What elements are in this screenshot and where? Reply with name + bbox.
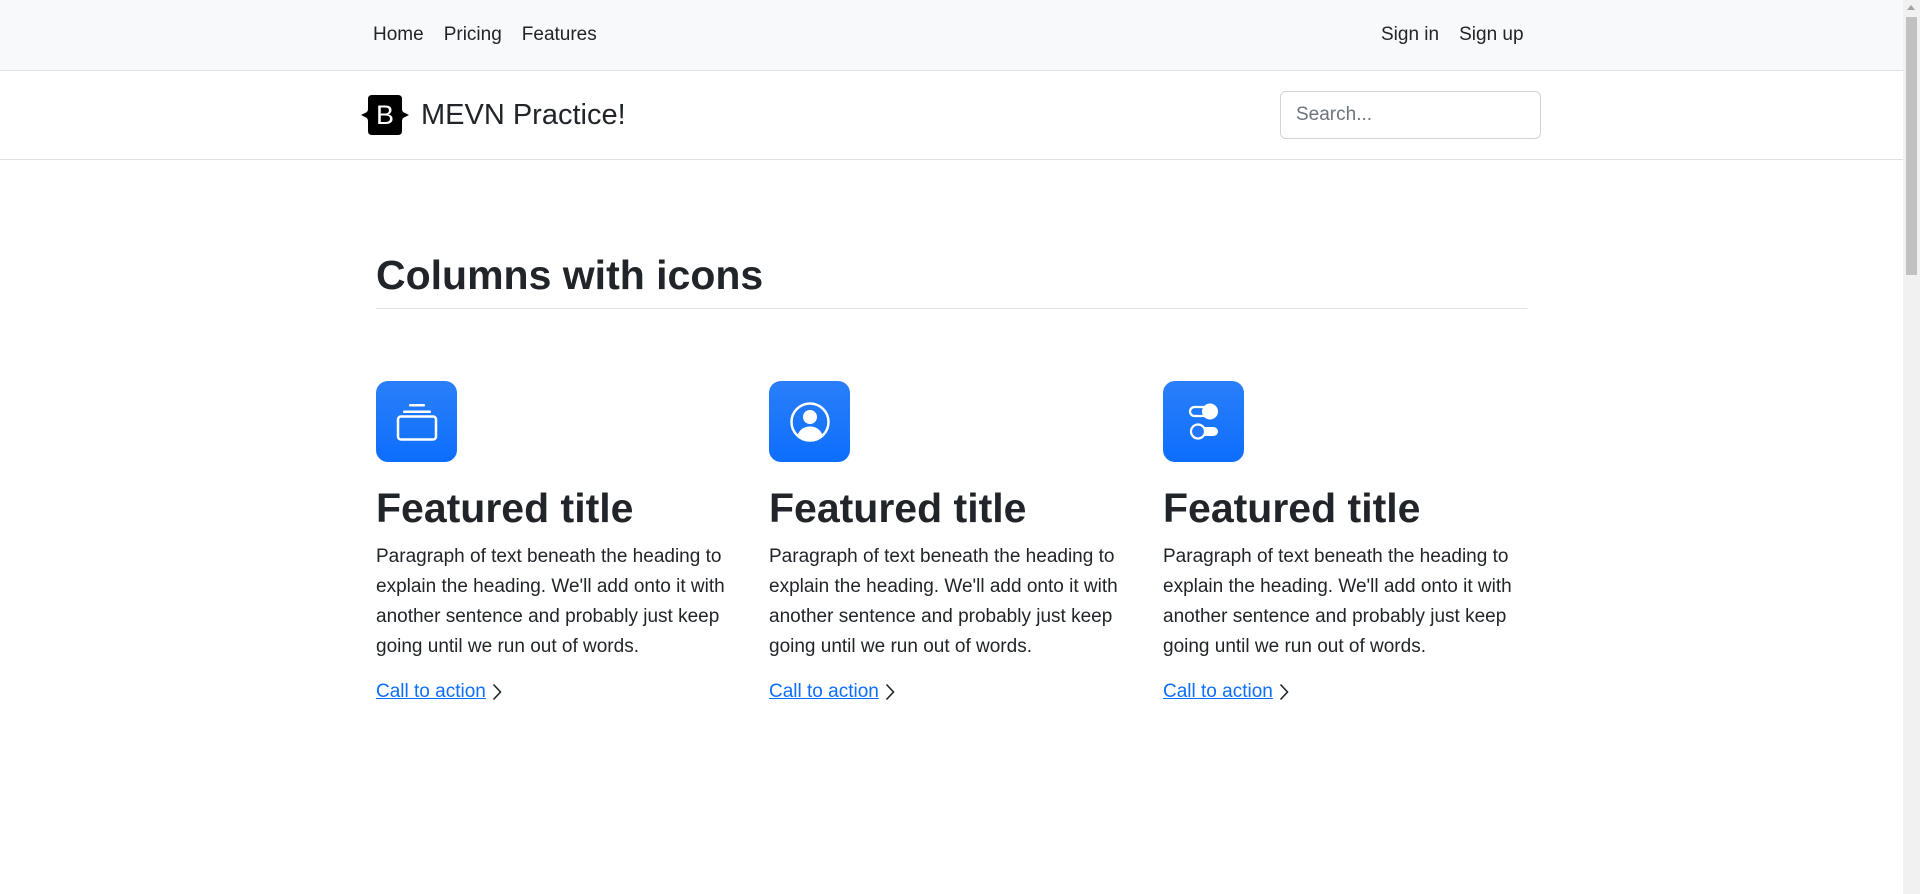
feature-column: Featured title Paragraph of text beneath…: [769, 381, 1139, 704]
chevron-right-icon: [492, 683, 502, 701]
feature-text: Paragraph of text beneath the heading to…: [376, 546, 725, 657]
feature-icon-box: [1163, 381, 1244, 462]
person-circle-icon: [789, 401, 830, 442]
feature-text: Paragraph of text beneath the heading to…: [1163, 546, 1512, 657]
bootstrap-logo-icon: B: [361, 95, 409, 135]
chevron-right-icon: [885, 683, 895, 701]
call-to-action-link[interactable]: Call to action: [769, 680, 895, 704]
search-input[interactable]: [1280, 91, 1541, 139]
feature-column: Featured title Paragraph of text beneath…: [1163, 381, 1533, 704]
brand-name: MEVN Practice!: [421, 99, 626, 131]
chevron-right-icon: [1279, 683, 1289, 701]
svg-text:B: B: [376, 100, 394, 130]
feature-title: Featured title: [376, 485, 634, 531]
vertical-scrollbar[interactable]: [1903, 0, 1920, 894]
section-title: Columns with icons: [376, 252, 764, 298]
feature-text: Paragraph of text beneath the heading to…: [769, 546, 1118, 657]
feature-title: Featured title: [1163, 485, 1421, 531]
feature-icon-box: [769, 381, 850, 462]
call-to-action-link[interactable]: Call to action: [376, 680, 502, 704]
page: Home Pricing Features Sign in Sign up B …: [0, 0, 1903, 894]
nav-link-pricing[interactable]: Pricing: [434, 23, 512, 47]
cta-label: Call to action: [1163, 681, 1273, 702]
cta-label: Call to action: [376, 681, 486, 702]
top-nav-left: Home Pricing Features: [363, 0, 607, 70]
feature-title: Featured title: [769, 485, 1027, 531]
scrollbar-thumb[interactable]: [1906, 17, 1917, 275]
sign-in-link[interactable]: Sign in: [1371, 23, 1449, 47]
section-divider: [376, 308, 1527, 309]
scroll-up-arrow-icon[interactable]: [1907, 5, 1915, 10]
toggles-icon: [1188, 403, 1218, 440]
nav-link-features[interactable]: Features: [512, 23, 607, 47]
top-nav-right: Sign in Sign up: [1371, 0, 1534, 70]
brand-link[interactable]: B MEVN Practice!: [360, 92, 626, 138]
collection-icon: [396, 403, 437, 441]
brand-header: B MEVN Practice!: [0, 71, 1903, 160]
nav-link-home[interactable]: Home: [363, 23, 434, 47]
cta-label: Call to action: [769, 681, 879, 702]
feature-icon-box: [376, 381, 457, 462]
call-to-action-link[interactable]: Call to action: [1163, 680, 1289, 704]
feature-column: Featured title Paragraph of text beneath…: [376, 381, 746, 704]
top-navbar: Home Pricing Features Sign in Sign up: [0, 0, 1903, 71]
sign-up-link[interactable]: Sign up: [1449, 23, 1533, 47]
